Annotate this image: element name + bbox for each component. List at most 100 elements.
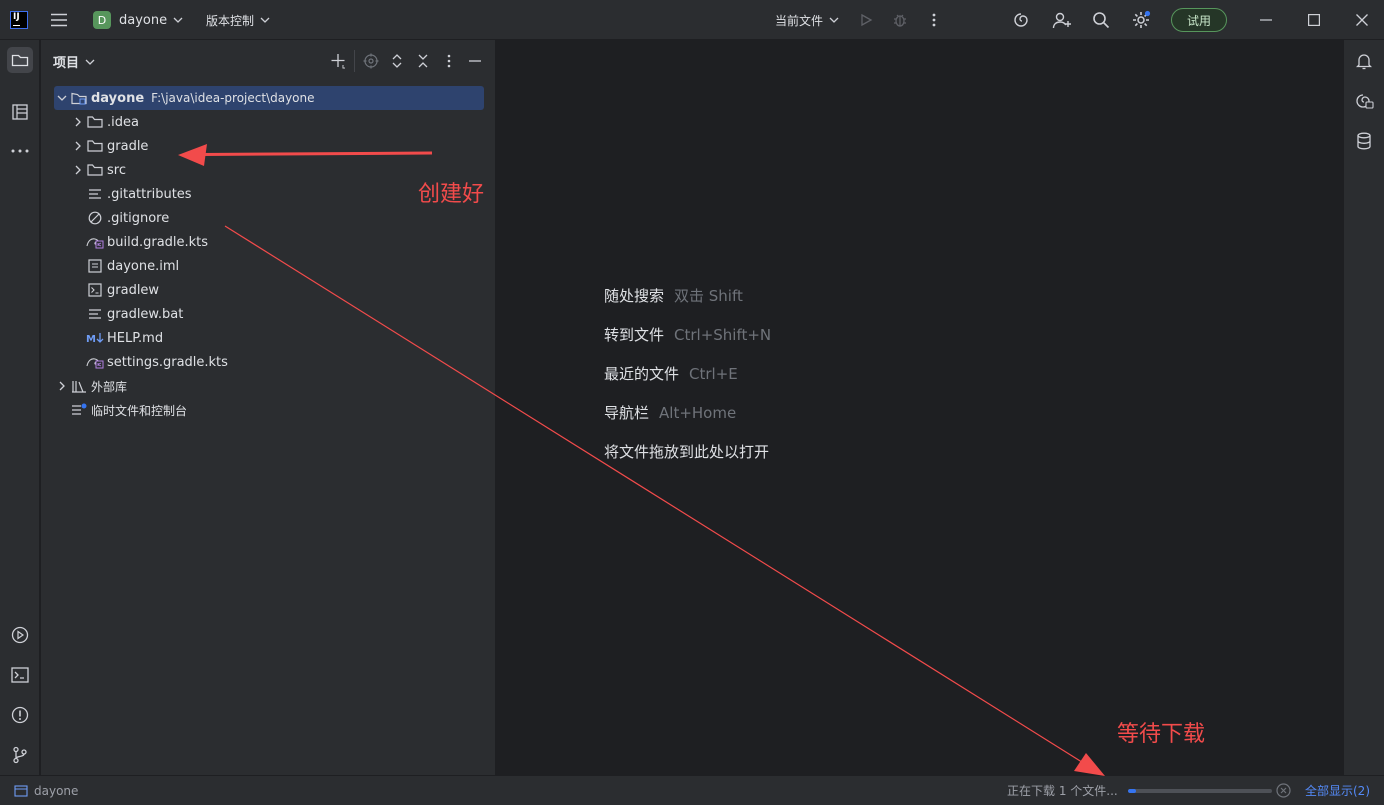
status-bar: dayone 正在下载 1 个文件... 全部显示(2) (0, 775, 1384, 805)
hint-label: 最近的文件 (604, 365, 680, 383)
more-tools-icon[interactable] (7, 138, 33, 164)
tree-item[interactable]: gradlew (86, 278, 159, 302)
tree-item[interactable]: .gitattributes (86, 182, 192, 206)
main-menu-icon[interactable] (48, 0, 70, 40)
run-config-label: 当前文件 (775, 13, 824, 28)
tree-item-label: HELP.md (107, 330, 164, 346)
chevron-right-icon[interactable] (54, 381, 70, 391)
ai-chat-icon[interactable] (1351, 88, 1377, 114)
hint-shortcut: Ctrl+E (689, 365, 738, 383)
tree-item-label: .gitignore (107, 210, 170, 226)
project-panel: 项目 dayone F:\java\idea-project\dayone .i… (41, 40, 496, 775)
structure-icon[interactable] (7, 99, 33, 125)
tree-item-label: build.gradle.kts (107, 234, 209, 250)
module-icon (14, 784, 28, 797)
show-all-link[interactable]: 全部显示(2) (1305, 776, 1370, 805)
tree-item-label: gradle (107, 138, 149, 154)
chevron-down-icon[interactable] (54, 95, 70, 101)
tree-item-label: .gitattributes (107, 186, 192, 202)
module-folder-icon (70, 90, 88, 106)
project-name: dayone (119, 12, 168, 28)
tree-item[interactable]: dayone.iml (86, 254, 179, 278)
app-logo[interactable]: IJ (10, 0, 28, 40)
project-widget[interactable]: D dayone (93, 0, 183, 40)
tree-root-dayone[interactable]: dayone F:\java\idea-project\dayone (54, 86, 484, 110)
shell-script-icon (86, 282, 104, 298)
hint-label: 随处搜索 (604, 287, 665, 305)
problems-icon[interactable] (7, 702, 33, 728)
editor-hint: 最近的文件 Ctrl+E (604, 363, 738, 384)
right-tool-strip (1343, 40, 1384, 775)
folder-icon (86, 162, 104, 178)
ignore-file-icon (86, 210, 104, 226)
left-tool-strip (0, 40, 40, 775)
hint-label: 将文件拖放到此处以打开 (604, 443, 770, 461)
tree-item[interactable]: gradle (70, 134, 148, 158)
search-icon[interactable] (1091, 0, 1111, 40)
annotation-created: 创建好 (418, 182, 485, 207)
more-actions-icon[interactable] (927, 0, 941, 40)
toolbar-divider (354, 50, 355, 72)
hint-shortcut: 双击 Shift (674, 287, 743, 305)
close-window-icon[interactable] (1354, 0, 1370, 40)
tree-item[interactable]: M HELP.md (86, 326, 163, 350)
chevron-right-icon[interactable] (70, 141, 86, 151)
chevron-down-icon (85, 59, 95, 65)
library-icon (70, 378, 88, 394)
tree-external-libraries[interactable]: 外部库 (54, 374, 127, 398)
tree-item[interactable]: gradlew.bat (86, 302, 183, 326)
locate-file-icon[interactable] (363, 53, 379, 69)
tree-scratches[interactable]: 临时文件和控制台 (70, 398, 187, 422)
hint-shortcut: Alt+Home (659, 404, 737, 422)
notifications-bell-icon[interactable] (1351, 48, 1377, 74)
run-config-selector[interactable]: 当前文件 (775, 0, 839, 40)
vcs-widget[interactable]: 版本控制 (206, 0, 270, 40)
download-text: 正在下载 1 个文件... (1007, 784, 1118, 798)
download-progress-indicator[interactable]: 正在下载 1 个文件... (1007, 776, 1272, 805)
minimize-icon[interactable] (1258, 0, 1274, 40)
maximize-icon[interactable] (1306, 0, 1322, 40)
services-run-icon[interactable] (7, 622, 33, 648)
chevron-right-icon[interactable] (70, 117, 86, 127)
status-project-breadcrumb[interactable]: dayone (14, 776, 78, 805)
scratches-icon (70, 402, 88, 418)
database-icon[interactable] (1351, 128, 1377, 154)
tree-item[interactable]: settings.gradle.kts (86, 350, 228, 374)
gradle-kts-icon (86, 354, 104, 370)
collapse-all-icon[interactable] (417, 53, 429, 69)
root-path: F:\java\idea-project\dayone (151, 91, 315, 105)
git-branch-icon[interactable] (7, 742, 33, 768)
project-panel-title-text: 项目 (53, 56, 80, 71)
ai-assistant-icon[interactable] (1011, 0, 1031, 40)
markdown-icon: M (86, 330, 104, 346)
chevron-right-icon[interactable] (70, 165, 86, 175)
settings-gear-icon[interactable] (1130, 0, 1152, 40)
tree-item[interactable]: src (70, 158, 126, 182)
vcs-label: 版本控制 (206, 13, 255, 28)
new-file-plus-icon[interactable] (330, 53, 346, 69)
project-tool-folder-icon[interactable] (7, 47, 33, 73)
editor-hint: 将文件拖放到此处以打开 (604, 441, 769, 462)
status-project-name: dayone (34, 783, 79, 798)
chevron-down-icon (829, 17, 839, 23)
cancel-download-icon[interactable] (1276, 783, 1291, 798)
trial-button[interactable]: 试用 (1171, 0, 1227, 40)
project-panel-title[interactable]: 项目 (53, 52, 95, 71)
folder-icon (86, 114, 104, 130)
svg-text:M: M (86, 334, 96, 344)
tree-item[interactable]: build.gradle.kts (86, 230, 208, 254)
tree-item[interactable]: .gitignore (86, 206, 169, 230)
hide-panel-icon[interactable] (469, 60, 481, 62)
tree-item[interactable]: .idea (70, 110, 139, 134)
show-all-label: 全部显示(2) (1305, 784, 1370, 798)
gradle-kts-icon (86, 234, 104, 250)
debug-icon[interactable] (891, 0, 909, 40)
terminal-icon[interactable] (7, 662, 33, 688)
add-user-icon[interactable] (1051, 0, 1073, 40)
panel-options-icon[interactable] (447, 54, 451, 68)
download-progress-bar (1127, 788, 1272, 793)
run-icon[interactable] (857, 0, 875, 40)
editor-hint: 随处搜索 双击 Shift (604, 285, 743, 306)
expand-all-icon[interactable] (391, 53, 403, 69)
folder-icon (86, 138, 104, 154)
